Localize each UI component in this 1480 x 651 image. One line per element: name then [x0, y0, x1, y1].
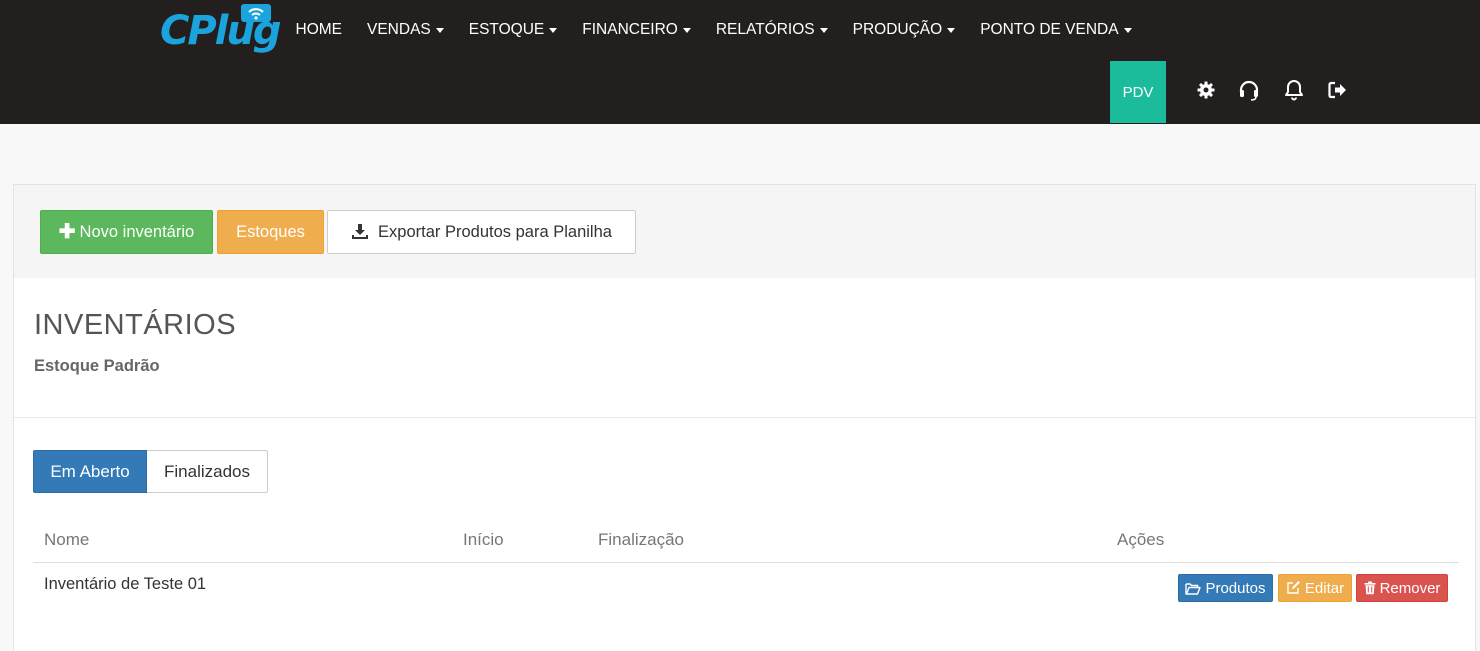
- bell-icon[interactable]: [1282, 78, 1306, 102]
- page-subtitle: Estoque Padrão: [34, 357, 160, 375]
- column-finalizacao[interactable]: Finalização: [598, 530, 684, 550]
- column-acoes: Ações: [1117, 530, 1165, 549]
- nav-producao-label: PRODUÇÃO: [852, 21, 943, 38]
- editar-label: Editar: [1304, 579, 1345, 597]
- nav-estoque[interactable]: ESTOQUE: [456, 18, 570, 42]
- caret-down-icon: [947, 27, 956, 33]
- column-nome[interactable]: Nome: [44, 530, 89, 550]
- wifi-bubble-icon: [241, 4, 271, 27]
- page-title: INVENTÁRIOS: [34, 309, 237, 341]
- column-inicio[interactable]: Início: [463, 530, 504, 550]
- gear-icon[interactable]: [1194, 78, 1218, 102]
- table-row: Inventário de Teste 01 Produtos Editar R…: [33, 564, 1459, 612]
- nav-producao[interactable]: PRODUÇÃO: [840, 18, 968, 42]
- cell-nome: Inventário de Teste 01: [44, 575, 207, 593]
- folder-open-icon: [1185, 582, 1202, 595]
- nav-relatorios[interactable]: RELATÓRIOS: [703, 18, 840, 42]
- stocks-label: Estoques: [236, 222, 305, 241]
- produtos-button[interactable]: Produtos: [1178, 574, 1273, 602]
- export-spreadsheet-button[interactable]: Exportar Produtos para Planilha: [327, 210, 636, 254]
- stocks-button[interactable]: Estoques: [217, 210, 324, 254]
- table-header: Nome Início Finalização Ações: [33, 520, 1459, 563]
- remover-label: Remover: [1379, 579, 1441, 597]
- remover-button[interactable]: Remover: [1356, 574, 1448, 602]
- top-navbar: CPlug HOME VENDAS ESTOQUE FINANCEIRO REL…: [0, 0, 1480, 124]
- nav-financeiro-label: FINANCEIRO: [582, 21, 678, 38]
- nav-ponto-de-venda-label: PONTO DE VENDA: [980, 21, 1119, 38]
- nav-vendas-label: VENDAS: [367, 21, 431, 38]
- status-tabs: Em Aberto Finalizados: [33, 450, 268, 493]
- trash-icon: [1364, 581, 1376, 595]
- download-icon: [352, 224, 369, 239]
- nav-estoque-label: ESTOQUE: [468, 21, 545, 38]
- brand-logo[interactable]: CPlug: [160, 2, 281, 58]
- new-inventory-button[interactable]: ✚ Novo inventário: [40, 210, 213, 254]
- tab-finalizados[interactable]: Finalizados: [147, 450, 268, 493]
- nav-relatorios-label: RELATÓRIOS: [715, 21, 815, 38]
- nav-home[interactable]: HOME: [283, 18, 355, 42]
- plus-icon: ✚: [58, 221, 76, 243]
- new-inventory-label: Novo inventário: [79, 222, 195, 241]
- caret-down-icon: [1123, 27, 1132, 33]
- produtos-label: Produtos: [1205, 579, 1266, 597]
- caret-down-icon: [682, 27, 691, 33]
- nav-vendas[interactable]: VENDAS: [355, 18, 457, 42]
- inventory-panel: ✚ Novo inventário Estoques Exportar Prod…: [13, 184, 1476, 651]
- main-menu: HOME VENDAS ESTOQUE FINANCEIRO RELATÓRIO…: [283, 18, 1144, 42]
- caret-down-icon: [819, 27, 828, 33]
- divider: [14, 417, 1475, 418]
- headset-icon[interactable]: [1237, 78, 1261, 102]
- toolbar: ✚ Novo inventário Estoques Exportar Prod…: [14, 185, 1475, 278]
- edit-icon: [1287, 581, 1300, 594]
- nav-financeiro[interactable]: FINANCEIRO: [570, 18, 704, 42]
- tab-em-aberto[interactable]: Em Aberto: [33, 450, 147, 493]
- nav-home-label: HOME: [295, 21, 343, 38]
- editar-button[interactable]: Editar: [1278, 574, 1352, 602]
- logout-icon[interactable]: [1326, 78, 1350, 102]
- pdv-button[interactable]: PDV: [1110, 61, 1166, 123]
- caret-down-icon: [435, 27, 444, 33]
- export-label: Exportar Produtos para Planilha: [378, 222, 612, 241]
- nav-ponto-de-venda[interactable]: PONTO DE VENDA: [968, 18, 1144, 42]
- caret-down-icon: [549, 27, 558, 33]
